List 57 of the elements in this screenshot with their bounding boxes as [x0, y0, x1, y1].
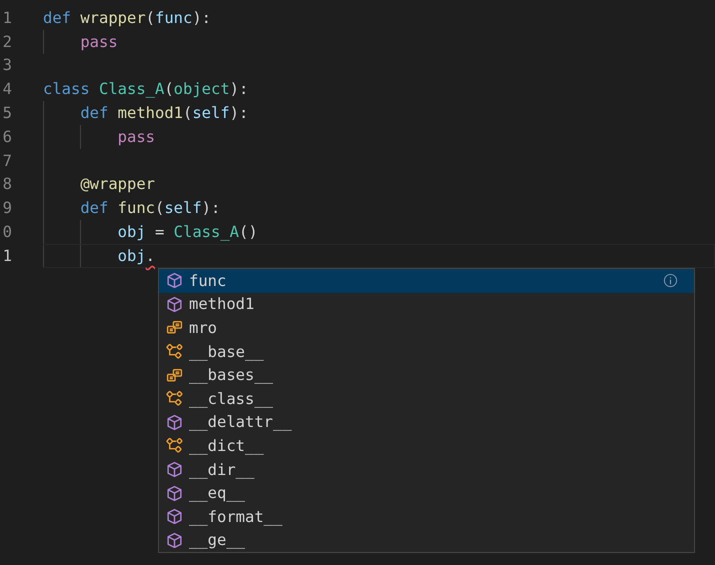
suggestion-label: __class__: [189, 390, 273, 408]
suggestion-label: method1: [189, 295, 254, 314]
line-number: 0: [2, 223, 12, 242]
code-line: def wrapper(func):: [43, 8, 211, 27]
hierarchy-icon: [166, 390, 183, 408]
code-line: pass: [116, 128, 155, 146]
line-number: 2: [2, 32, 12, 51]
line-number: 5: [2, 104, 12, 122]
cube-icon: [166, 296, 183, 313]
suggestion-item[interactable]: __base__: [159, 340, 694, 364]
suggestion-item[interactable]: __ge__: [159, 528, 694, 552]
suggestion-label: func: [189, 272, 226, 290]
cube-icon: [166, 508, 183, 526]
suggestion-label: __format__: [189, 508, 282, 526]
code-line: pass: [79, 32, 118, 51]
suggestion-item[interactable]: __dir__: [159, 458, 694, 482]
code-line: def func(self):: [79, 199, 220, 218]
cube-icon: [166, 484, 183, 502]
suggestion-item[interactable]: __class__: [159, 386, 694, 411]
line-number: 9: [2, 199, 12, 218]
suggestion-item[interactable]: __dict__: [159, 434, 694, 458]
suggestion-label: __bases__: [189, 366, 273, 384]
suggestion-item[interactable]: mro: [159, 316, 694, 340]
suggestion-item[interactable]: func: [159, 269, 694, 293]
line-number: 6: [2, 128, 12, 146]
suggestion-label: __eq__: [189, 484, 245, 502]
field-icon: [166, 366, 183, 384]
line-number: 4: [2, 80, 12, 98]
line-number: 8: [2, 175, 12, 194]
field-icon: [166, 319, 183, 336]
suggestion-item[interactable]: __eq__: [159, 481, 694, 505]
line-number: 1: [2, 8, 12, 27]
code-line: obj = Class_A(): [116, 223, 258, 242]
suggestion-item[interactable]: method1: [159, 292, 694, 316]
suggestion-label: __ge__: [189, 531, 245, 550]
code-line: def method1(self):: [79, 104, 248, 122]
hierarchy-icon: [166, 343, 183, 360]
suggestion-label: __delattr__: [189, 413, 292, 432]
line-number: 3: [2, 56, 12, 74]
suggestion-label: __dict__: [189, 436, 264, 455]
cube-icon: [166, 272, 183, 290]
code-line: class Class_A(object):: [43, 80, 248, 98]
line-number: 7: [2, 152, 12, 170]
cube-icon: [166, 414, 183, 431]
code-line: @wrapper: [79, 175, 155, 194]
suggestion-item[interactable]: __delattr__: [159, 410, 694, 434]
suggestion-label: __dir__: [189, 460, 254, 479]
info-icon[interactable]: [663, 273, 678, 288]
cube-icon: [166, 532, 183, 549]
suggestion-label: __base__: [189, 342, 264, 361]
suggestion-item[interactable]: __format__: [159, 504, 694, 529]
line-number: 1: [2, 246, 12, 265]
suggestion-label: mro: [189, 318, 217, 337]
hierarchy-icon: [166, 437, 183, 454]
cube-icon: [166, 461, 183, 478]
code-line: obj.: [116, 246, 155, 265]
suggestion-item[interactable]: __bases__: [159, 363, 694, 387]
